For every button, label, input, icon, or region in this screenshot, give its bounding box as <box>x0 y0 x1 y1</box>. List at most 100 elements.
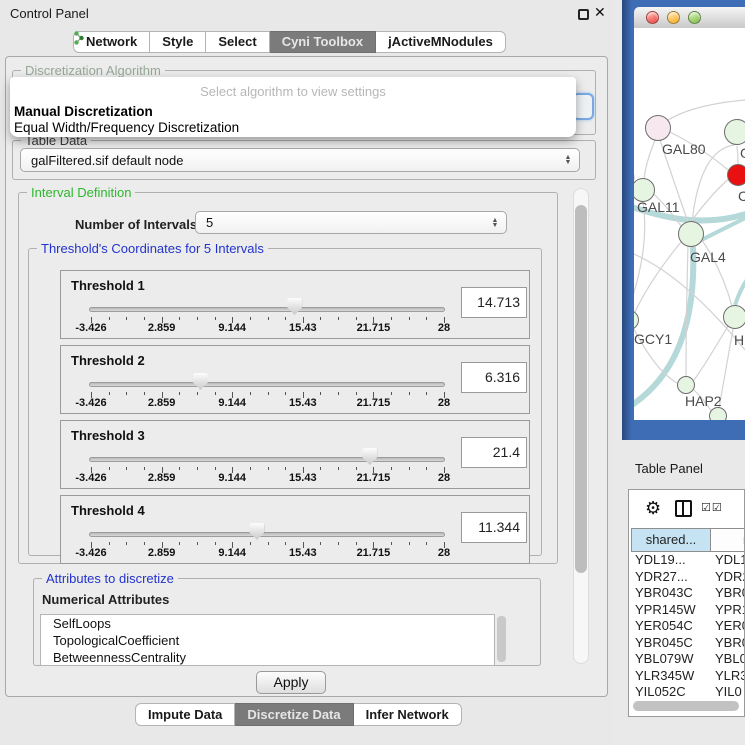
attribute-list-item[interactable]: BetweennessCentrality <box>41 649 494 666</box>
panel-vertical-scrollbar-thumb[interactable] <box>575 205 587 573</box>
threshold-2-value-field[interactable]: 6.316 <box>461 362 527 393</box>
number-of-intervals-combobox[interactable]: 5 ▲▼ <box>195 211 507 234</box>
threshold-3-slider-track[interactable] <box>89 457 445 462</box>
tab-select-label: Select <box>218 34 256 49</box>
table-select-checkboxes-icon[interactable]: ☑☑ <box>701 501 723 514</box>
tab-network-label: Network <box>86 34 137 49</box>
table-row[interactable]: YIL052CYIL0 <box>631 684 745 701</box>
tab-network[interactable]: Network <box>73 31 150 53</box>
network-node-c[interactable] <box>727 164 745 186</box>
slider-tick <box>215 317 216 320</box>
node-table-widget: ⚙ ☑☑ shared... na YDL19...YDL1YDR27...YD… <box>628 489 745 717</box>
tab-select[interactable]: Select <box>206 31 269 53</box>
slider-tick <box>197 392 198 395</box>
threshold-3-slider-thumb[interactable] <box>362 448 377 465</box>
tab-discretize-data[interactable]: Discretize Data <box>235 703 353 726</box>
tab-jactivemnodules-label: jActiveMNodules <box>388 34 493 49</box>
network-window-titlebar[interactable] <box>634 7 745 28</box>
network-node-label: GAL80 <box>662 141 706 157</box>
network-node-gal4[interactable] <box>678 221 704 247</box>
attribute-list-item[interactable]: TopologicalCoefficient <box>41 632 494 649</box>
threshold-3-label: Threshold 3 <box>71 428 145 443</box>
threshold-1-value-field[interactable]: 14.713 <box>461 287 527 318</box>
column-header-name[interactable]: na <box>711 528 745 552</box>
threshold-2-slider-track[interactable] <box>89 382 445 387</box>
thresholds-group-title: Threshold's Coordinates for 5 Intervals <box>37 241 268 256</box>
table-columns-icon[interactable] <box>675 500 692 517</box>
attribute-list-item[interactable]: SelfLoops <box>41 615 494 632</box>
table-panel-title: Table Panel <box>635 461 703 476</box>
slider-tick <box>109 467 110 470</box>
slider-tick <box>126 317 127 320</box>
slider-tick <box>426 317 427 320</box>
slider-tick-label: 15.43 <box>273 322 333 334</box>
interval-definition-title: Interval Definition <box>27 185 135 200</box>
threshold-1-slider-thumb[interactable] <box>287 298 302 315</box>
table-data-combobox-value: galFiltered.sif default node <box>21 153 561 168</box>
network-node-h[interactable] <box>723 305 745 329</box>
threshold-4-slider-thumb[interactable] <box>249 523 264 540</box>
network-node-hap2[interactable] <box>677 376 695 394</box>
cell-shared-name: YLR345W <box>631 668 711 685</box>
network-node[interactable] <box>709 407 727 420</box>
network-node-gal80[interactable] <box>645 115 671 141</box>
slider-tick <box>109 392 110 395</box>
tab-cyni-toolbox[interactable]: Cyni Toolbox <box>270 31 376 53</box>
slider-tick <box>126 467 127 470</box>
network-canvas[interactable]: GAL80GALCGAL11GAL4GCY1HHAP2 <box>634 28 745 420</box>
table-row[interactable]: YER054CYER0 <box>631 618 745 635</box>
threshold-3-value-field[interactable]: 21.4 <box>461 437 527 468</box>
table-row[interactable]: YDL19...YDL1 <box>631 552 745 569</box>
minimize-light-icon[interactable] <box>667 11 680 24</box>
network-node-label: GAL <box>740 145 745 161</box>
slider-tick <box>356 542 357 545</box>
slider-tick <box>338 317 339 320</box>
table-row[interactable]: YDR27...YDR2 <box>631 569 745 586</box>
slider-tick-label: 21.715 <box>343 322 403 334</box>
algorithm-option-manual-discretization[interactable]: Manual Discretization <box>14 104 153 119</box>
column-header-shared-name[interactable]: shared... <box>631 528 711 552</box>
slider-tick <box>215 467 216 470</box>
table-horizontal-scrollbar-thumb[interactable] <box>633 701 739 711</box>
tab-style[interactable]: Style <box>150 31 206 53</box>
threshold-2-panel: Threshold 2-3.4262.8599.14415.4321.71528… <box>60 345 530 414</box>
threshold-4-slider-track[interactable] <box>89 532 445 537</box>
slider-tick <box>144 317 145 320</box>
network-node-gal[interactable] <box>724 119 745 145</box>
table-row[interactable]: YBL079WYBL0 <box>631 651 745 668</box>
slider-tick <box>285 542 286 545</box>
table-row[interactable]: YLR345WYLR3 <box>631 668 745 685</box>
slider-tick <box>356 392 357 395</box>
table-settings-gear-icon[interactable]: ⚙ <box>645 498 661 519</box>
apply-button[interactable]: Apply <box>256 671 326 694</box>
threshold-1-slider-track[interactable] <box>89 307 445 312</box>
algorithm-dropdown-popup: Select algorithm to view settings Manual… <box>10 77 576 137</box>
attributes-list-scrollbar-thumb[interactable] <box>497 616 506 662</box>
float-panel-icon[interactable] <box>578 9 589 20</box>
cell-name: YDL1 <box>711 552 745 569</box>
table-data-combobox[interactable]: galFiltered.sif default node ▲▼ <box>20 148 580 172</box>
cell-shared-name: YBR045C <box>631 635 711 652</box>
table-rows-container: YDL19...YDL1YDR27...YDR2YBR043CYBR0YPR14… <box>631 552 745 701</box>
cell-name: YDR2 <box>711 569 745 586</box>
numerical-attributes-list[interactable]: SelfLoopsTopologicalCoefficientBetweenne… <box>40 614 495 666</box>
table-row[interactable]: YBR043CYBR0 <box>631 585 745 602</box>
zoom-light-icon[interactable] <box>688 11 701 24</box>
slider-tick <box>179 542 180 545</box>
slider-tick <box>391 317 392 320</box>
tab-style-label: Style <box>162 34 193 49</box>
table-row[interactable]: YBR045CYBR0 <box>631 635 745 652</box>
close-panel-icon[interactable]: ✕ <box>594 4 606 21</box>
close-light-icon[interactable] <box>646 11 659 24</box>
bottom-tab-bar: Impute Data Discretize Data Infer Networ… <box>135 703 462 726</box>
threshold-4-value-field[interactable]: 11.344 <box>461 512 527 543</box>
table-row[interactable]: YPR145WYPR1 <box>631 602 745 619</box>
tab-infer-network[interactable]: Infer Network <box>354 703 462 726</box>
tab-jactivemnodules[interactable]: jActiveMNodules <box>376 31 506 53</box>
slider-tick <box>356 467 357 470</box>
tab-impute-data[interactable]: Impute Data <box>135 703 235 726</box>
network-node-label: GCY1 <box>634 331 672 347</box>
threshold-2-slider-thumb[interactable] <box>193 373 208 390</box>
slider-tick <box>338 542 339 545</box>
algorithm-option-equal-width-frequency[interactable]: Equal Width/Frequency Discretization <box>14 120 239 135</box>
